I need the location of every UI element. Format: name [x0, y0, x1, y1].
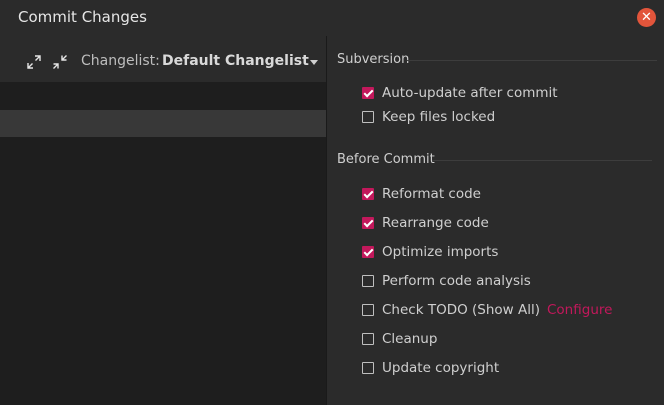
checkbox-icon — [362, 304, 374, 316]
checkbox-icon — [362, 188, 374, 200]
reformat-code-checkbox[interactable]: Reformat code — [362, 184, 481, 204]
check-todo-checkbox[interactable]: Check TODO (Show All) Configure — [362, 300, 612, 320]
option-label: Cleanup — [382, 331, 438, 347]
checkbox-icon — [362, 246, 374, 258]
checkbox-icon — [362, 362, 374, 374]
changes-pane: Changelist: Default Changelist — [0, 36, 326, 405]
option-label: Update copyright — [382, 360, 500, 376]
changed-files-tree[interactable] — [0, 82, 326, 405]
configure-todo-link[interactable]: Configure — [547, 302, 612, 318]
changelist-label: Changelist: — [81, 53, 160, 69]
before-commit-separator — [432, 160, 652, 161]
tree-row-selected[interactable] — [0, 110, 326, 137]
perform-code-analysis-checkbox[interactable]: Perform code analysis — [362, 271, 531, 291]
optimize-imports-checkbox[interactable]: Optimize imports — [362, 242, 498, 262]
option-label: Keep files locked — [382, 109, 496, 125]
collapse-all-icon[interactable] — [53, 55, 67, 69]
close-icon: ✕ — [641, 10, 652, 25]
cleanup-checkbox[interactable]: Cleanup — [362, 329, 437, 349]
option-label: Reformat code — [382, 186, 481, 202]
changelist-dropdown[interactable]: Default Changelist — [150, 48, 326, 76]
commit-options-pane: Subversion Auto-update after commit Keep… — [327, 36, 664, 405]
subversion-section-title: Subversion — [337, 52, 410, 67]
update-copyright-checkbox[interactable]: Update copyright — [362, 358, 499, 378]
checkbox-icon — [362, 87, 374, 99]
option-label: Perform code analysis — [382, 273, 531, 289]
auto-update-checkbox[interactable]: Auto-update after commit — [362, 83, 558, 103]
checkbox-icon — [362, 111, 374, 123]
checkbox-icon — [362, 217, 374, 229]
rearrange-code-checkbox[interactable]: Rearrange code — [362, 213, 489, 233]
window-title: Commit Changes — [18, 8, 147, 26]
checkbox-icon — [362, 275, 374, 287]
before-commit-section-title: Before Commit — [337, 152, 435, 167]
checkbox-icon — [362, 333, 374, 345]
subversion-separator — [407, 60, 657, 61]
changes-toolbar: Changelist: Default Changelist — [0, 36, 326, 82]
option-label: Optimize imports — [382, 244, 499, 260]
option-label: Rearrange code — [382, 215, 489, 231]
changelist-value: Default Changelist — [162, 53, 309, 69]
close-button[interactable]: ✕ — [637, 8, 656, 27]
title-bar: Commit Changes ✕ — [0, 0, 664, 36]
expand-all-icon[interactable] — [27, 55, 41, 69]
option-label: Auto-update after commit — [382, 85, 558, 101]
chevron-down-icon — [310, 60, 318, 65]
keep-files-locked-checkbox[interactable]: Keep files locked — [362, 107, 495, 127]
option-label: Check TODO (Show All) — [382, 302, 540, 318]
